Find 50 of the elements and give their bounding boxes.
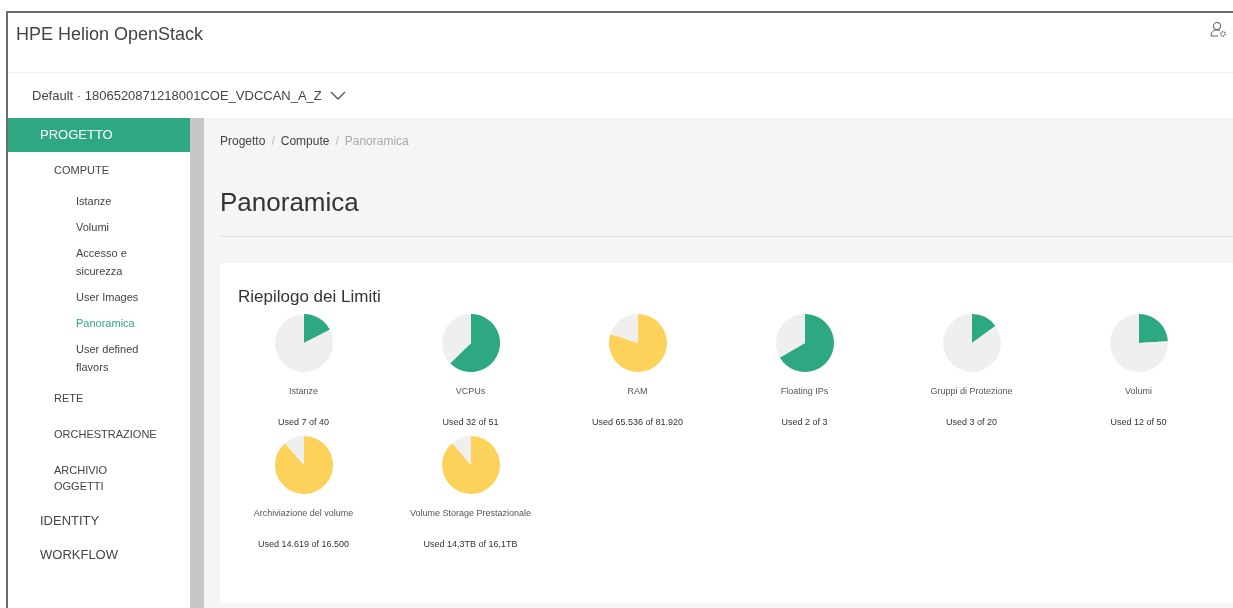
usage-text: Used 7 of 40: [277, 415, 329, 429]
pie-chart: [607, 313, 668, 374]
breadcrumb-link[interactable]: Progetto: [220, 132, 266, 150]
limit-label: Volumi: [1125, 385, 1152, 399]
page-title: Panoramica: [220, 150, 1233, 237]
pie-slice: [449, 314, 500, 373]
nav-item[interactable]: User defined flavors: [8, 336, 190, 380]
usage-text: Used 14,3TB of 16,1TB: [423, 537, 518, 551]
pie-chart: [941, 313, 1002, 374]
usage-text: Used 14.619 of 16.500: [257, 537, 350, 551]
nav-item[interactable]: Istanze: [8, 188, 190, 214]
breadcrumb-link[interactable]: Compute: [280, 132, 330, 150]
nav-item[interactable]: COMPUTE: [8, 152, 190, 188]
nav-item[interactable]: WORKFLOW: [8, 538, 190, 572]
pie-chart: [440, 435, 501, 496]
user-settings-icon[interactable]: [1210, 21, 1227, 38]
nav-item[interactable]: Accesso e sicurezza: [8, 240, 190, 284]
breadcrumb-separator: /: [271, 133, 275, 150]
nav-item[interactable]: Volumi: [8, 214, 190, 240]
limit-label: VCPUs: [455, 385, 486, 399]
limit-label: Istanze: [289, 385, 318, 399]
nav-item[interactable]: User Images: [8, 284, 190, 310]
usage-text: Used 3 of 20: [945, 415, 997, 429]
section-title: Riepilogo dei Limiti: [238, 287, 382, 308]
usage-text: Used 2 of 3: [781, 415, 828, 429]
nav-item[interactable]: RETE: [8, 380, 190, 416]
limit-label: Floating IPs: [780, 385, 829, 399]
pie-chart: [774, 313, 835, 374]
limit-label: Archiviazione del volume: [253, 507, 354, 521]
pie-chart: [273, 435, 334, 496]
scrollbar[interactable]: [190, 118, 204, 608]
nav-item[interactable]: IDENTITY: [8, 504, 190, 538]
pie-chart: [1108, 313, 1169, 374]
pie-slice: [775, 314, 805, 358]
limit-label: RAM: [627, 385, 648, 399]
limit-label: Volume Storage Prestazionale: [409, 507, 532, 521]
nav-item[interactable]: ARCHIVIO OGGETTI: [8, 452, 190, 504]
pie-chart: [440, 313, 501, 374]
usage-text: Used 32 of 51: [442, 415, 499, 429]
breadcrumb-separator: /: [335, 133, 339, 150]
limit-label: Gruppi di Protezione: [930, 385, 1013, 399]
breadcrumb-current: Panoramica: [344, 133, 409, 150]
app-title: HPE Helion OpenStack: [16, 23, 204, 46]
pie-slice: [441, 314, 471, 364]
pie-chart: [273, 313, 334, 374]
project-selector[interactable]: Default · 1806520871218001COE_VDCCAN_A_Z: [8, 73, 1233, 118]
usage-text: Used 12 of 50: [1110, 415, 1167, 429]
usage-text: Used 65.536 of 81.920: [591, 415, 684, 429]
chevron-down-icon: [329, 91, 346, 100]
nav-item[interactable]: ORCHESTRAZIONE: [8, 416, 190, 452]
